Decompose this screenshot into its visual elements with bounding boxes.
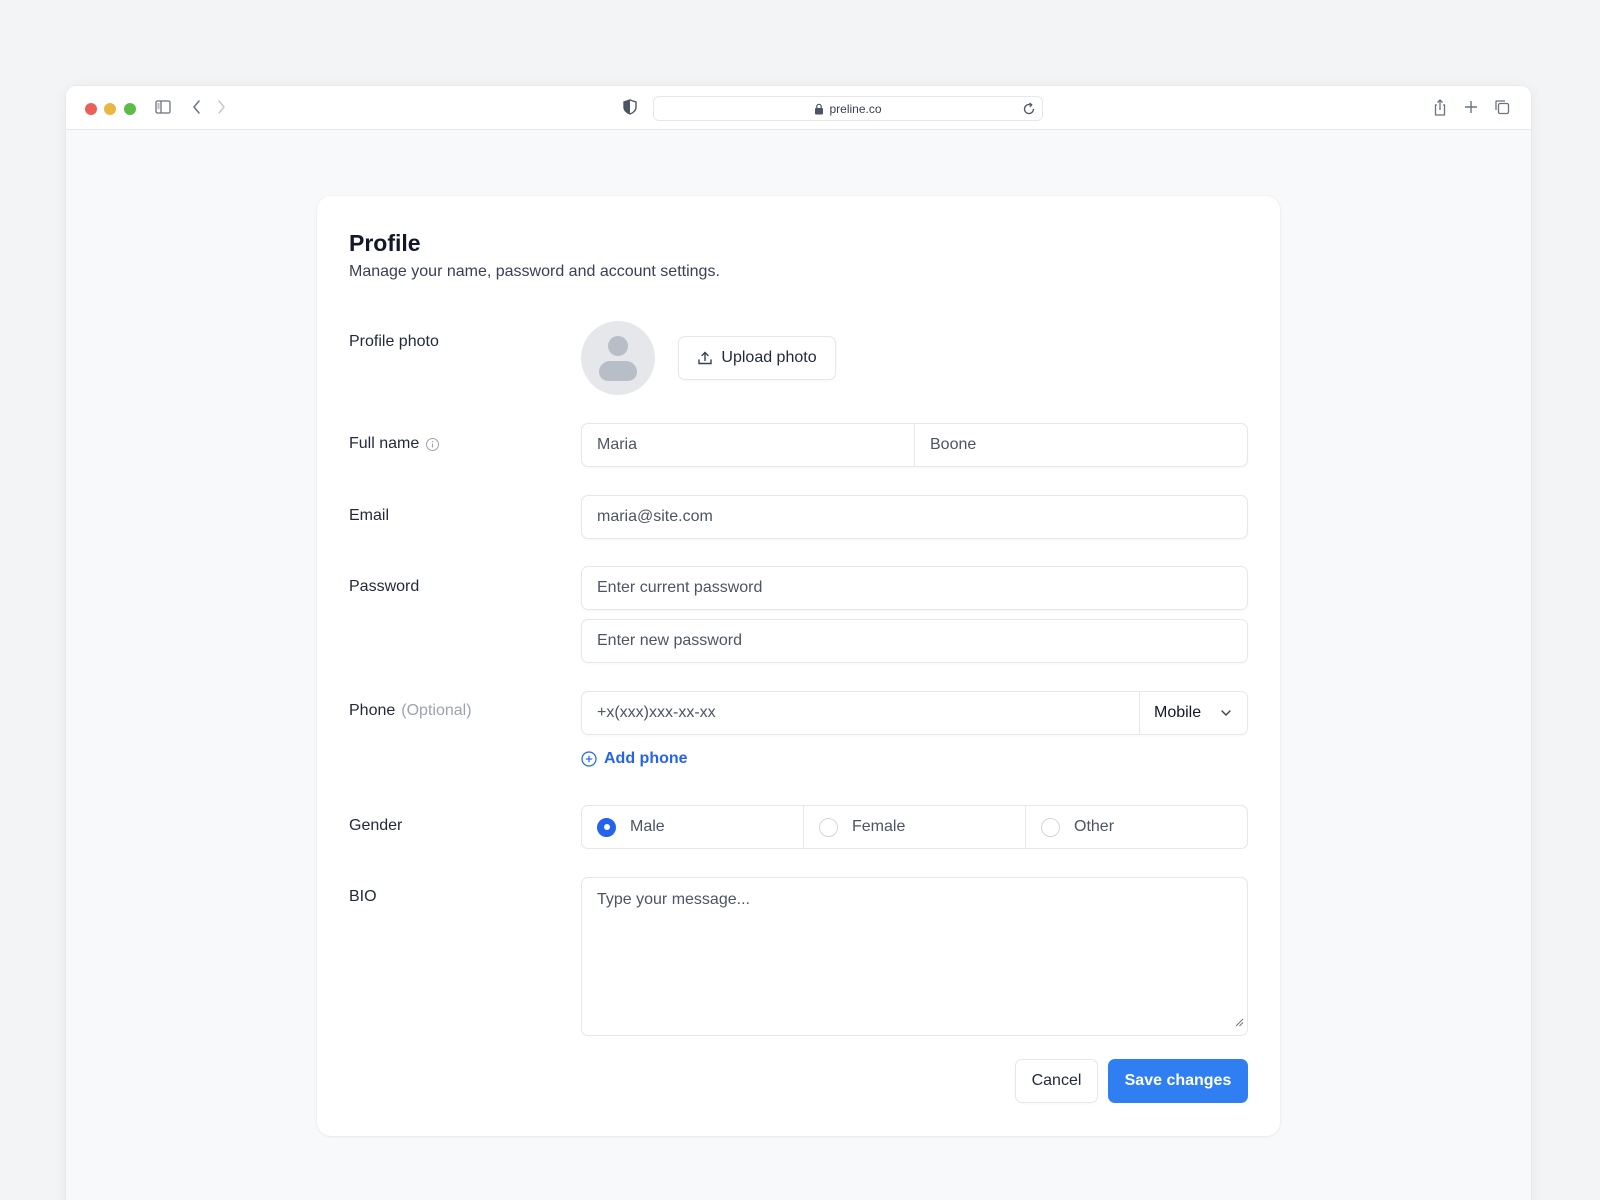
gender-label-text: Gender xyxy=(349,817,403,834)
radio-button[interactable] xyxy=(1041,817,1060,837)
save-changes-button[interactable]: Save changes xyxy=(1108,1059,1248,1103)
gender-label: Gender xyxy=(349,817,402,835)
email-label-text: Email xyxy=(349,507,390,524)
privacy-shield-icon[interactable] xyxy=(622,98,638,116)
resize-handle-icon[interactable] xyxy=(1235,1014,1244,1032)
phone-label-text: Phone xyxy=(349,702,396,719)
browser-toolbar: preline.co xyxy=(66,86,1531,130)
phone-input[interactable]: +x(xxx)xxx-xx-xx xyxy=(582,692,1139,734)
profile-photo-label-text: Profile photo xyxy=(349,333,439,350)
phone-optional-hint: (Optional) xyxy=(401,702,472,719)
forward-arrow-icon[interactable] xyxy=(214,98,228,116)
maximize-window-button[interactable] xyxy=(124,103,136,115)
avatar xyxy=(581,321,655,395)
gender-option-other[interactable]: Other xyxy=(1025,806,1247,848)
bio-placeholder: Type your message... xyxy=(597,891,750,908)
back-arrow-icon[interactable] xyxy=(190,98,204,116)
cancel-button[interactable]: Cancel xyxy=(1015,1059,1098,1103)
upload-icon xyxy=(698,351,713,365)
tabs-overview-icon[interactable] xyxy=(1493,98,1511,116)
email-input[interactable]: maria@site.com xyxy=(581,495,1248,539)
gender-option-male[interactable]: Male xyxy=(582,806,803,848)
fullname-label: Full name xyxy=(349,435,440,453)
share-icon[interactable] xyxy=(1432,98,1448,118)
info-icon[interactable] xyxy=(425,437,440,452)
gender-option-female[interactable]: Female xyxy=(803,806,1025,848)
last-name-input[interactable]: Boone xyxy=(914,424,1247,466)
plus-circle-icon xyxy=(581,751,597,767)
bio-textarea[interactable]: Type your message... xyxy=(581,877,1248,1036)
upload-photo-label: Upload photo xyxy=(721,349,817,366)
gender-option-label: Female xyxy=(852,818,906,835)
address-bar[interactable]: preline.co xyxy=(653,96,1043,121)
fullname-field-group: Maria Boone xyxy=(581,423,1248,467)
add-phone-label: Add phone xyxy=(604,750,688,767)
first-name-input[interactable]: Maria xyxy=(582,424,914,466)
new-tab-icon[interactable] xyxy=(1463,98,1479,116)
bio-label-text: BIO xyxy=(349,888,377,905)
gender-radio-group: Male Female Other xyxy=(581,805,1248,849)
password-label: Password xyxy=(349,578,419,596)
current-password-input[interactable]: Enter current password xyxy=(581,566,1248,610)
close-window-button[interactable] xyxy=(85,103,97,115)
lock-icon xyxy=(815,103,824,114)
avatar-body-shape xyxy=(599,361,637,381)
profile-card: Profile Manage your name, password and a… xyxy=(317,196,1280,1136)
page-title: Profile xyxy=(349,230,421,256)
add-phone-link[interactable]: Add phone xyxy=(581,750,688,768)
chevron-down-icon xyxy=(1221,710,1231,716)
url-text: preline.co xyxy=(829,101,882,116)
avatar-head-shape xyxy=(608,336,628,356)
save-changes-label: Save changes xyxy=(1124,1072,1232,1089)
gender-option-label: Male xyxy=(630,818,665,835)
email-label: Email xyxy=(349,507,389,525)
radio-button[interactable] xyxy=(819,817,838,837)
phone-type-select[interactable]: Mobile xyxy=(1139,692,1247,734)
sidebar-toggle-icon[interactable] xyxy=(154,98,172,116)
radio-button-checked[interactable] xyxy=(597,817,616,837)
phone-field-group: +x(xxx)xxx-xx-xx Mobile xyxy=(581,691,1248,735)
cancel-button-label: Cancel xyxy=(1031,1072,1082,1089)
password-label-text: Password xyxy=(349,578,420,595)
bio-label: BIO xyxy=(349,888,377,906)
new-password-input[interactable]: Enter new password xyxy=(581,619,1248,663)
fullname-label-text: Full name xyxy=(349,435,420,452)
gender-option-label: Other xyxy=(1074,818,1115,835)
profile-photo-label: Profile photo xyxy=(349,333,439,351)
phone-label: Phone (Optional) xyxy=(349,702,472,720)
upload-photo-button[interactable]: Upload photo xyxy=(678,336,836,380)
reload-icon[interactable] xyxy=(1022,102,1036,119)
phone-type-value: Mobile xyxy=(1154,704,1202,721)
page-subtitle: Manage your name, password and account s… xyxy=(349,263,720,280)
minimize-window-button[interactable] xyxy=(104,103,116,115)
